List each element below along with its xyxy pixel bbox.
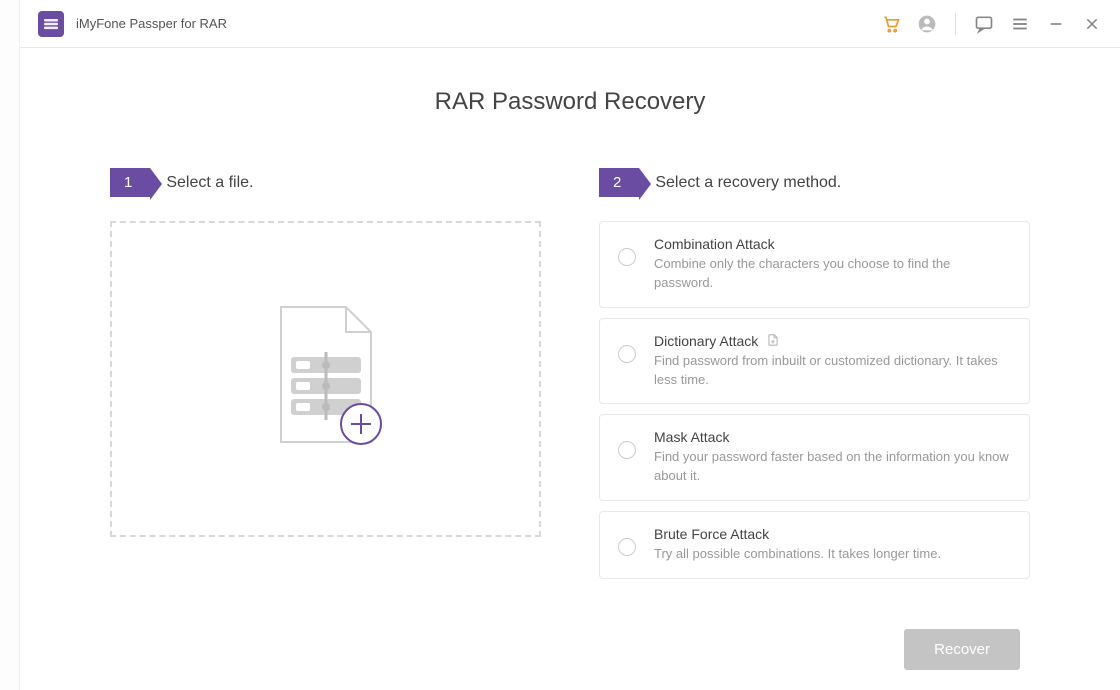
method-desc: Find your password faster based on the i… [654,448,1011,486]
content: RAR Password Recovery 1 Select a file. [20,48,1120,670]
method-mask[interactable]: Mask Attack Find your password faster ba… [599,414,1030,501]
method-title: Dictionary Attack [654,333,758,349]
app-title: iMyFone Passper for RAR [76,16,227,31]
page-title: RAR Password Recovery [110,88,1030,116]
method-desc: Try all possible combinations. It takes … [654,545,1011,564]
method-desc: Find password from inbuilt or customized… [654,352,1011,390]
step-2-header: 2 Select a recovery method. [599,168,1030,197]
step-1-header: 1 Select a file. [110,168,541,197]
cart-icon[interactable] [881,14,901,34]
file-dropzone[interactable] [110,221,541,537]
method-title: Mask Attack [654,429,1011,445]
step-2-badge: 2 [599,168,639,197]
step-1-column: 1 Select a file. [110,168,541,579]
app-window: iMyFone Passper for RAR [20,0,1120,690]
radio-icon [618,248,636,266]
user-icon[interactable] [917,14,937,34]
method-combination[interactable]: Combination Attack Combine only the char… [599,221,1030,308]
method-title: Brute Force Attack [654,526,1011,542]
step-1-badge: 1 [110,168,150,197]
step-1-label: Select a file. [166,174,253,192]
radio-icon [618,538,636,556]
feedback-icon[interactable] [974,14,994,34]
method-title: Combination Attack [654,236,1011,252]
app-icon [38,11,64,37]
radio-icon [618,345,636,363]
step-2-column: 2 Select a recovery method. Combination … [599,168,1030,579]
titlebar: iMyFone Passper for RAR [20,0,1120,48]
method-desc: Combine only the characters you choose t… [654,255,1011,293]
minimize-icon[interactable] [1046,14,1066,34]
titlebar-actions [881,13,1102,35]
menu-icon[interactable] [1010,14,1030,34]
method-brute-force[interactable]: Brute Force Attack Try all possible comb… [599,511,1030,579]
file-graphic [266,302,386,457]
recover-button[interactable]: Recover [904,629,1020,670]
close-icon[interactable] [1082,14,1102,34]
background-left-edge [0,0,20,690]
step-2-label: Select a recovery method. [655,174,841,192]
radio-icon [618,441,636,459]
method-dictionary[interactable]: Dictionary Attack Find password from [599,318,1030,405]
file-add-icon[interactable] [766,333,780,347]
method-list: Combination Attack Combine only the char… [599,221,1030,579]
footer: Recover [110,629,1030,670]
columns: 1 Select a file. [110,168,1030,579]
